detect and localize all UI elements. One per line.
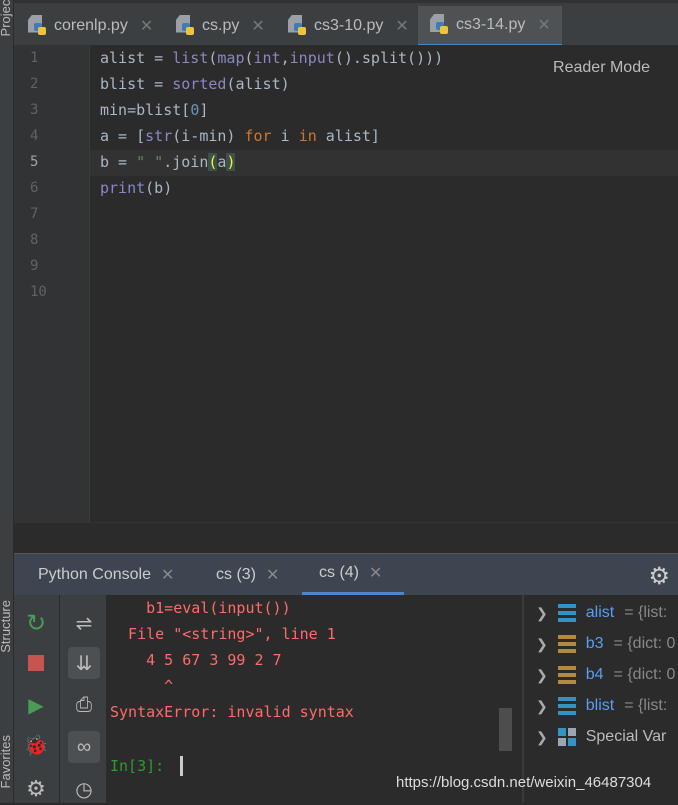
print-icon[interactable]: ⎙ <box>68 689 100 721</box>
line-number: 6 <box>30 180 39 196</box>
tab-python-console[interactable]: Python Console ✕ <box>38 554 174 596</box>
line-number: 9 <box>30 258 39 274</box>
console-line: ^ <box>110 677 174 695</box>
console-line: 4 5 67 3 99 2 7 <box>110 651 282 669</box>
project-tool-tab[interactable]: Project <box>0 0 13 36</box>
line-number: 3 <box>30 102 39 118</box>
tab-cs3-10[interactable]: cs3-10.py ✕ <box>276 6 416 45</box>
variable-value: Special Var <box>585 728 667 745</box>
settings-icon[interactable]: ⚙ <box>20 773 52 805</box>
variable-name: b4 <box>585 666 604 683</box>
line-number: 2 <box>30 76 39 92</box>
reader-mode-button[interactable]: Reader Mode <box>553 59 650 77</box>
show-variables-icon[interactable]: ∞ <box>68 731 100 763</box>
close-icon[interactable]: ✕ <box>251 16 264 36</box>
close-icon[interactable]: ✕ <box>266 565 279 585</box>
editor-tab-bar: corenlp.py ✕ cs.py ✕ cs3-10.py ✕ cs3-14.py ✕ <box>14 0 678 48</box>
list-icon <box>557 604 576 622</box>
chevron-right-icon[interactable]: ❯ <box>536 698 548 715</box>
favorites-tool-tab[interactable]: Favorites <box>0 735 13 788</box>
code-line-4: a = [str(i-min) for i in alist] <box>100 127 380 145</box>
error-line: SyntaxError: invalid syntax <box>110 703 354 721</box>
variable-row[interactable]: ❯ alist = {list: <box>536 600 667 626</box>
variable-name: b3 <box>585 635 604 652</box>
code-editor[interactable]: 1 2 3 4 5 6 7 8 9 10 alist = list(map(int,input()… <box>14 45 678 522</box>
chevron-right-icon[interactable]: ❯ <box>536 667 548 684</box>
left-tool-strip: Project Structure Favorites <box>0 0 14 803</box>
soft-wrap-icon[interactable]: ⇌ <box>68 607 100 639</box>
console-prompt: In[3]: <box>110 757 165 775</box>
tab-cs-3[interactable]: cs (3) ✕ <box>216 554 279 596</box>
variable-name: blist <box>585 697 615 714</box>
python-file-icon <box>28 14 48 37</box>
close-icon[interactable]: ✕ <box>161 565 174 585</box>
code-line-2: blist = sorted(alist) <box>100 75 290 93</box>
variable-row[interactable]: ❯ Special Var <box>536 724 666 750</box>
stop-icon[interactable] <box>20 647 52 679</box>
line-number: 1 <box>30 50 39 66</box>
structure-tool-tab[interactable]: Structure <box>0 600 13 653</box>
variable-value: = {list: <box>624 604 668 621</box>
close-icon[interactable]: ✕ <box>537 15 550 35</box>
close-icon[interactable]: ✕ <box>395 16 408 36</box>
console-output[interactable]: b1=eval(input()) File "<string>", line 1… <box>107 595 522 803</box>
tab-corenlp[interactable]: corenlp.py ✕ <box>16 6 162 45</box>
gear-icon[interactable]: ⚙ <box>648 562 670 591</box>
code-line-6: print(b) <box>100 179 173 197</box>
tab-cs-4[interactable]: cs (4) ✕ <box>302 554 404 596</box>
variable-value: = {dict: 0 <box>613 666 676 683</box>
variable-row[interactable]: ❯ b3 = {dict: 0 <box>536 631 675 657</box>
special-variables-icon <box>557 728 576 746</box>
debug-icon[interactable]: 🐞 <box>20 729 52 761</box>
python-file-icon <box>176 14 196 37</box>
console-scrollbar[interactable] <box>499 708 512 751</box>
rerun-icon[interactable]: ↻ <box>20 607 52 639</box>
python-file-icon <box>288 14 308 37</box>
console-line: b1=eval(input()) <box>110 599 291 617</box>
editor-bottom-area <box>14 522 678 550</box>
chevron-right-icon[interactable]: ❯ <box>536 636 548 653</box>
line-number: 8 <box>30 232 39 248</box>
close-icon[interactable]: ✕ <box>369 563 382 583</box>
console-tab-bar: Python Console ✕ cs (3) ✕ cs (4) ✕ ⚙ <box>14 553 678 596</box>
line-number: 10 <box>30 284 47 300</box>
line-number: 4 <box>30 128 39 144</box>
console-toolbar: ↻ ▶ 🐞 ⚙ <box>14 595 60 803</box>
python-file-icon <box>430 14 450 36</box>
tab-cs[interactable]: cs.py ✕ <box>164 6 276 45</box>
close-icon[interactable]: ✕ <box>140 16 153 36</box>
variable-name: alist <box>585 604 615 621</box>
console-line: File "<string>", line 1 <box>110 625 336 643</box>
dict-icon <box>557 635 576 653</box>
code-line-3: min=blist[0] <box>100 101 209 119</box>
tab-cs3-14[interactable]: cs3-14.py ✕ <box>418 6 562 48</box>
list-icon <box>557 697 576 715</box>
history-icon[interactable]: ◷ <box>68 773 100 805</box>
console-toolbar-secondary: ⇌ ⇊ ⎙ ∞ ◷ <box>60 595 107 803</box>
line-number: 7 <box>30 206 39 222</box>
chevron-right-icon[interactable]: ❯ <box>536 605 548 622</box>
dict-icon <box>557 666 576 684</box>
variable-row[interactable]: ❯ b4 = {dict: 0 <box>536 662 675 688</box>
chevron-right-icon[interactable]: ❯ <box>536 729 548 746</box>
text-cursor <box>180 756 183 776</box>
code-line-5: b = " ".join(a) <box>100 153 236 171</box>
scroll-to-end-icon[interactable]: ⇊ <box>68 647 100 679</box>
variable-value: = {dict: 0 <box>613 635 676 652</box>
variables-panel: ❯ alist = {list: ❯ b3 = {dict: 0 ❯ b4 = {dict: … <box>522 595 678 803</box>
line-number: 5 <box>30 154 39 170</box>
run-icon[interactable]: ▶ <box>20 689 52 721</box>
variable-value: = {list: <box>624 697 668 714</box>
watermark: https://blog.csdn.net/weixin_46487304 <box>396 774 652 791</box>
code-line-1: alist = list(map(int,input().split())) <box>100 49 444 67</box>
variable-row[interactable]: ❯ blist = {list: <box>536 693 667 719</box>
